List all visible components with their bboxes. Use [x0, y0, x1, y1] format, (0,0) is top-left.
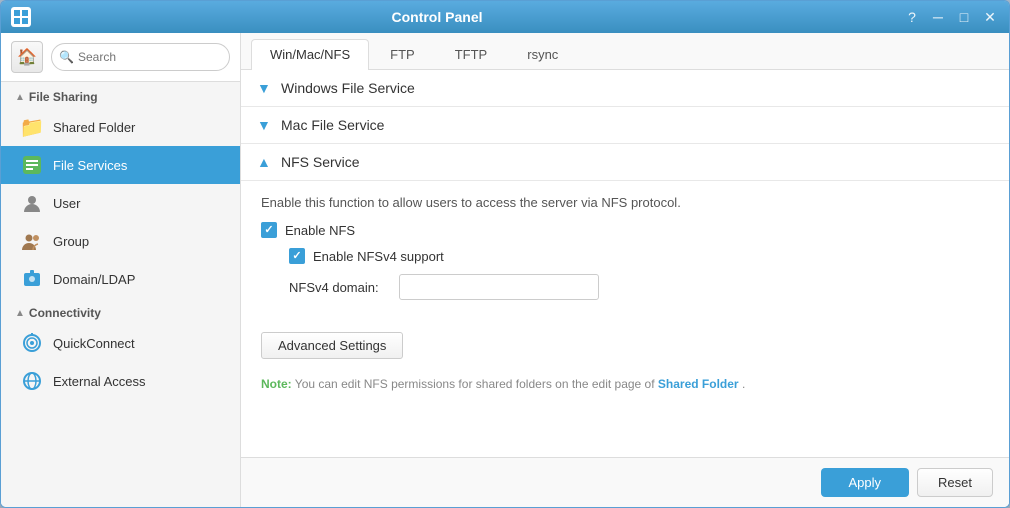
sidebar-item-label: Group [53, 234, 89, 249]
title-bar-left [11, 7, 31, 27]
enable-nfsv4-label[interactable]: Enable NFSv4 support [313, 249, 444, 264]
sidebar-item-label: QuickConnect [53, 336, 135, 351]
domain-ldap-icon [21, 268, 43, 290]
sidebar-item-label: Domain/LDAP [53, 272, 135, 287]
sidebar-item-file-services[interactable]: File Services [1, 146, 240, 184]
app-icon [11, 7, 31, 27]
advanced-settings-button[interactable]: Advanced Settings [261, 332, 403, 359]
sidebar-item-user[interactable]: User [1, 184, 240, 222]
nfs-sub-options: ✓ Enable NFSv4 support [289, 248, 989, 264]
search-input[interactable] [51, 43, 230, 71]
note-label: Note: [261, 377, 292, 391]
main-content: Win/Mac/NFS FTP TFTP rsync ▼ Windows Fil… [241, 33, 1009, 507]
tab-rsync[interactable]: rsync [508, 39, 577, 69]
help-button[interactable]: ? [903, 9, 921, 25]
advanced-settings-wrapper: Advanced Settings [261, 316, 989, 359]
tab-tftp[interactable]: TFTP [436, 39, 507, 69]
note-text: You can edit NFS permissions for shared … [295, 377, 658, 391]
mac-file-service-label: Mac File Service [281, 117, 384, 133]
sidebar-item-group[interactable]: Group [1, 222, 240, 260]
shared-folder-icon: 📁 [21, 116, 43, 138]
nfs-description: Enable this function to allow users to a… [261, 195, 989, 210]
search-wrapper: 🔍 [51, 43, 230, 71]
home-button[interactable]: 🏠 [11, 41, 43, 73]
control-panel-window: Control Panel ? ─ □ ✕ 🏠 🔍 ▲ File Sh [0, 0, 1010, 508]
tab-ftp[interactable]: FTP [371, 39, 434, 69]
content-area: ▼ Windows File Service ▼ Mac File Servic… [241, 70, 1009, 457]
apply-button[interactable]: Apply [821, 468, 910, 497]
checkmark-icon: ✓ [292, 251, 301, 262]
enable-nfs-row: ✓ Enable NFS [261, 222, 989, 238]
expand-icon: ▼ [257, 80, 273, 96]
quickconnect-icon [21, 332, 43, 354]
reset-button[interactable]: Reset [917, 468, 993, 497]
maximize-button[interactable]: □ [955, 9, 973, 25]
window-body: 🏠 🔍 ▲ File Sharing 📁 Shared Folder [1, 33, 1009, 507]
collapse-icon: ▲ [15, 308, 25, 319]
collapse-icon: ▲ [15, 92, 25, 103]
sidebar-section-label: Connectivity [29, 306, 101, 320]
expand-icon: ▼ [257, 117, 273, 133]
sidebar-item-label: File Services [53, 158, 127, 173]
footer-bar: Apply Reset [241, 457, 1009, 507]
group-icon [21, 230, 43, 252]
sidebar-item-label: User [53, 196, 80, 211]
nfs-service-row[interactable]: ▲ NFS Service [241, 144, 1009, 181]
sidebar-item-shared-folder[interactable]: 📁 Shared Folder [1, 108, 240, 146]
sidebar-top: 🏠 🔍 [1, 33, 240, 82]
sidebar-item-quickconnect[interactable]: QuickConnect [1, 324, 240, 362]
title-bar: Control Panel ? ─ □ ✕ [1, 1, 1009, 33]
mac-file-service-row[interactable]: ▼ Mac File Service [241, 107, 1009, 144]
checkmark-icon: ✓ [264, 225, 273, 236]
sidebar-item-domain-ldap[interactable]: Domain/LDAP [1, 260, 240, 298]
close-button[interactable]: ✕ [981, 9, 999, 26]
sidebar: 🏠 🔍 ▲ File Sharing 📁 Shared Folder [1, 33, 241, 507]
windows-file-service-label: Windows File Service [281, 80, 415, 96]
nfs-content: Enable this function to allow users to a… [241, 181, 1009, 405]
tab-bar: Win/Mac/NFS FTP TFTP rsync [241, 33, 1009, 70]
note-suffix: . [742, 377, 745, 391]
sidebar-item-label: Shared Folder [53, 120, 135, 135]
user-icon [21, 192, 43, 214]
nfsv4-domain-label: NFSv4 domain: [289, 280, 389, 295]
enable-nfsv4-checkbox[interactable]: ✓ [289, 248, 305, 264]
sidebar-section-file-sharing[interactable]: ▲ File Sharing [1, 82, 240, 108]
nfsv4-domain-input[interactable] [399, 274, 599, 300]
shared-folder-link[interactable]: Shared Folder [658, 377, 739, 391]
sidebar-section-label: File Sharing [29, 90, 98, 104]
window-controls: ? ─ □ ✕ [903, 9, 999, 26]
nfs-service-label: NFS Service [281, 154, 360, 170]
tab-win-mac-nfs[interactable]: Win/Mac/NFS [251, 39, 369, 70]
enable-nfsv4-row: ✓ Enable NFSv4 support [289, 248, 989, 264]
external-access-icon [21, 370, 43, 392]
enable-nfs-label[interactable]: Enable NFS [285, 223, 355, 238]
nfsv4-domain-row: NFSv4 domain: [289, 274, 989, 300]
file-services-icon [21, 154, 43, 176]
sidebar-item-label: External Access [53, 374, 146, 389]
collapse-icon: ▲ [257, 154, 273, 170]
minimize-button[interactable]: ─ [929, 9, 947, 25]
note-row: Note: You can edit NFS permissions for s… [261, 377, 989, 391]
home-icon: 🏠 [17, 47, 37, 67]
window-title: Control Panel [31, 9, 843, 25]
sidebar-section-connectivity[interactable]: ▲ Connectivity [1, 298, 240, 324]
enable-nfs-checkbox[interactable]: ✓ [261, 222, 277, 238]
windows-file-service-row[interactable]: ▼ Windows File Service [241, 70, 1009, 107]
sidebar-item-external-access[interactable]: External Access [1, 362, 240, 400]
